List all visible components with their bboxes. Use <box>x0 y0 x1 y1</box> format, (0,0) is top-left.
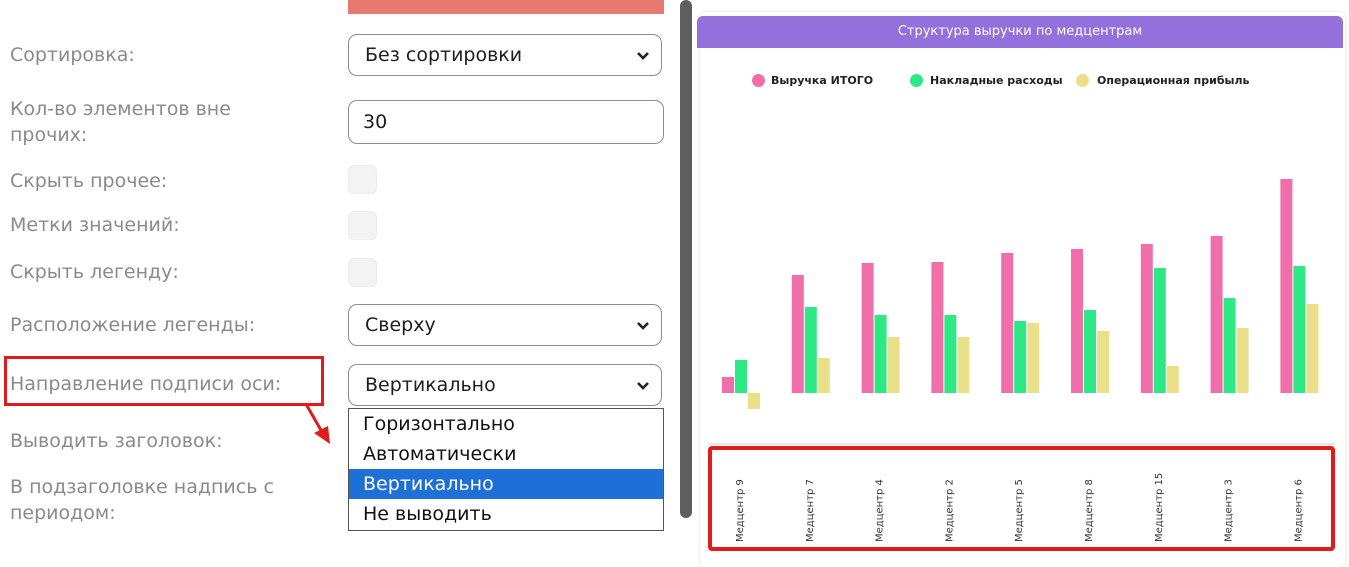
bar-overhead-6 <box>1084 310 1096 393</box>
bar-profit-4 <box>957 337 970 393</box>
value-labels-checkbox[interactable] <box>348 211 377 240</box>
chart-title: Структура выручки по медцентрам <box>697 16 1343 48</box>
highlight-box-axis-label <box>4 356 324 406</box>
bar-overhead-3 <box>874 315 887 393</box>
bar-revenue-9 <box>1280 179 1293 393</box>
legend-position-value: Сверху <box>365 314 436 336</box>
bar-revenue-5 <box>1001 253 1014 393</box>
sort-select[interactable]: Без сортировки <box>348 34 662 76</box>
sort-label: Сортировка: <box>10 44 135 66</box>
bar-profit-7 <box>1166 366 1179 393</box>
chevron-down-icon <box>637 382 649 390</box>
scrollbar[interactable] <box>680 0 692 518</box>
value-labels-label: Метки значений: <box>10 214 180 236</box>
bar-profit-3 <box>887 337 900 393</box>
bar-overhead-7 <box>1153 268 1166 393</box>
bar-revenue-1 <box>722 377 734 393</box>
hide-other-label: Скрыть прочее: <box>10 170 168 192</box>
highlight-box-axis-labels <box>708 446 1335 551</box>
elements-count-label-line2: прочих: <box>10 124 88 146</box>
show-title-label: Выводить заголовок: <box>10 430 223 452</box>
legend-marker-profit <box>1076 74 1089 87</box>
hide-legend-checkbox[interactable] <box>348 258 377 287</box>
hide-legend-label: Скрыть легенду: <box>10 261 179 283</box>
bar-revenue-6 <box>1071 249 1083 393</box>
axis-label-direction-dropdown: Горизонтально Автоматически Вертикально … <box>348 408 664 531</box>
bar-overhead-2 <box>804 307 817 393</box>
bar-profit-6 <box>1097 331 1109 393</box>
legend-marker-revenue <box>752 74 765 87</box>
legend-label-overhead: Накладные расходы <box>930 74 1063 87</box>
bar-overhead-8 <box>1223 298 1236 393</box>
bar-revenue-7 <box>1140 244 1153 393</box>
axis-label-direction-select[interactable]: Вертикально <box>348 364 662 406</box>
dropdown-option-horizontal[interactable]: Горизонтально <box>349 409 663 439</box>
dropdown-option-none[interactable]: Не выводить <box>349 499 663 529</box>
subtitle-period-label-line2: периодом: <box>10 502 116 524</box>
bar-overhead-1 <box>735 360 747 393</box>
elements-count-input[interactable]: 30 <box>348 100 664 144</box>
axis-label-direction-value: Вертикально <box>365 374 496 396</box>
bar-overhead-4 <box>944 315 957 393</box>
hide-other-checkbox[interactable] <box>348 165 377 194</box>
dropdown-option-vertical[interactable]: Вертикально <box>349 469 663 499</box>
bar-overhead-9 <box>1293 266 1306 393</box>
top-accent-bar <box>348 0 664 14</box>
elements-count-label-line1: Кол-во элементов вне <box>10 98 231 120</box>
bar-profit-5 <box>1027 323 1040 393</box>
bar-overhead-5 <box>1014 321 1027 393</box>
sort-select-value: Без сортировки <box>365 44 523 66</box>
bar-profit-9 <box>1306 304 1319 393</box>
subtitle-period-label-line1: В подзаголовке надпись с <box>10 476 274 498</box>
bar-revenue-3 <box>861 263 874 393</box>
legend-position-label: Расположение легенды: <box>10 314 256 336</box>
legend-position-select[interactable]: Сверху <box>348 304 662 346</box>
bar-revenue-8 <box>1210 236 1223 393</box>
legend-marker-overhead <box>910 74 923 87</box>
chevron-down-icon <box>637 52 649 60</box>
red-arrow-icon <box>304 403 330 444</box>
bar-profit-1 <box>748 393 760 409</box>
chevron-down-icon <box>637 322 649 330</box>
dropdown-option-auto[interactable]: Автоматически <box>349 439 663 469</box>
bar-profit-8 <box>1236 328 1249 393</box>
elements-count-value: 30 <box>363 111 388 133</box>
bar-revenue-2 <box>791 275 804 393</box>
legend-label-revenue: Выручка ИТОГО <box>771 74 874 87</box>
bar-profit-2 <box>817 358 830 393</box>
legend-label-profit: Операционная прибыль <box>1097 74 1250 87</box>
bar-revenue-4 <box>931 262 944 393</box>
